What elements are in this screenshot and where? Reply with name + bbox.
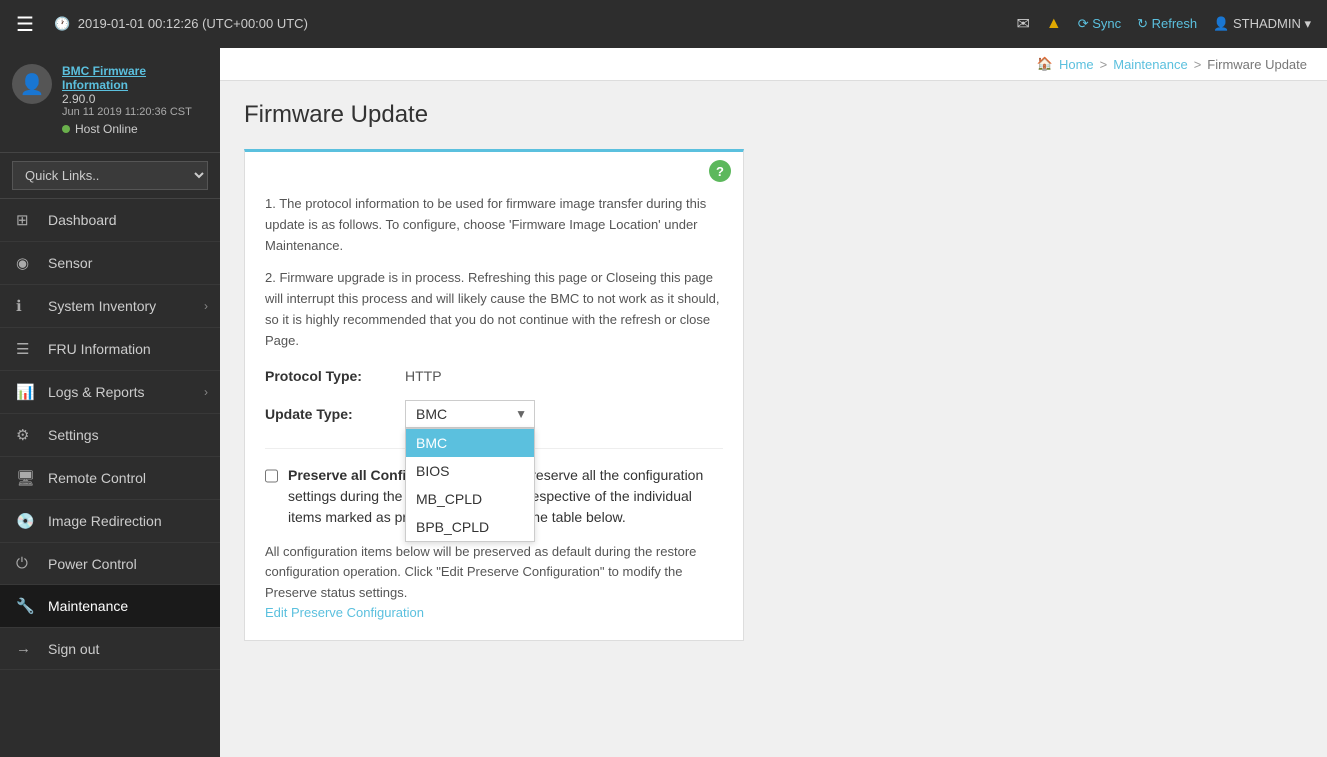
quicklinks-select[interactable]: Quick Links.. — [12, 161, 208, 190]
signout-icon: → — [16, 640, 38, 657]
update-type-select-wrapper[interactable]: BMC BIOS MB_CPLD BPB_CPLD ▼ BMC BIOS MB_… — [405, 400, 535, 428]
dashboard-icon: ⊞ — [16, 211, 38, 229]
email-icon[interactable]: ✉ — [1016, 14, 1029, 34]
sidebar-label-system-inventory: System Inventory — [48, 298, 156, 314]
alert-icon[interactable]: ▲ — [1046, 15, 1062, 33]
power-icon: ⏻ — [16, 555, 38, 572]
update-type-label: Update Type: — [265, 400, 405, 422]
help-icon[interactable]: ? — [709, 160, 731, 182]
settings-icon: ⚙ — [16, 426, 38, 444]
edit-preserve-link[interactable]: Edit Preserve Configuration — [265, 605, 424, 620]
sidebar: 👤 BMC Firmware Information 2.90.0 Jun 11… — [0, 48, 220, 757]
clock-icon: 🕐 — [54, 16, 70, 31]
page-title: Firmware Update — [244, 101, 1303, 129]
breadcrumb-current: Firmware Update — [1207, 57, 1307, 72]
sidebar-label-image: Image Redirection — [48, 513, 162, 529]
logs-icon: 📊 — [16, 383, 38, 401]
remote-icon: 🖥 — [16, 469, 38, 487]
hamburger-menu[interactable]: ☰ — [16, 12, 34, 37]
info-text-1: 1. The protocol information to be used f… — [265, 194, 723, 256]
sidebar-item-signout[interactable]: → Sign out — [0, 628, 220, 670]
sync-button[interactable]: ⟳ Sync — [1078, 16, 1121, 32]
inventory-arrow: › — [204, 299, 208, 313]
sidebar-label-signout: Sign out — [48, 641, 99, 657]
refresh-button[interactable]: ↻ Refresh — [1137, 16, 1197, 32]
host-status-label: Host Online — [75, 122, 138, 136]
sidebar-nav: ⊞ Dashboard ◉ Sensor ℹ System Inventory … — [0, 199, 220, 757]
sidebar-item-power-control[interactable]: ⏻ Power Control — [0, 543, 220, 585]
sidebar-item-logs[interactable]: 📊 Logs & Reports › — [0, 371, 220, 414]
dropdown-item-bmc[interactable]: BMC — [406, 429, 534, 457]
bmc-version: 2.90.0 — [62, 92, 208, 106]
breadcrumb-sep2: > — [1194, 57, 1202, 72]
topbar-actions: ✉ ▲ ⟳ Sync ↻ Refresh 👤 STHADMIN ▾ — [1016, 14, 1311, 34]
host-status: Host Online — [62, 122, 208, 136]
content-area: Firmware Update ? 1. The protocol inform… — [220, 81, 1327, 757]
avatar: 👤 — [12, 64, 52, 104]
firmware-card: ? 1. The protocol information to be used… — [244, 149, 744, 641]
sidebar-item-dashboard[interactable]: ⊞ Dashboard — [0, 199, 220, 242]
main-content: 🏠 Home > Maintenance > Firmware Update F… — [220, 48, 1327, 757]
sidebar-item-fru[interactable]: ☰ FRU Information — [0, 328, 220, 371]
sensor-icon: ◉ — [16, 254, 38, 272]
topbar-time: 🕐 2019-01-01 00:12:26 (UTC+00:00 UTC) — [54, 16, 1005, 32]
breadcrumb-home-icon: 🏠 — [1037, 56, 1053, 72]
sidebar-label-fru: FRU Information — [48, 341, 151, 357]
maintenance-icon: 🔧 — [16, 597, 38, 615]
preserve-checkbox[interactable] — [265, 468, 278, 484]
protocol-row: Protocol Type: HTTP — [265, 368, 723, 384]
sidebar-label-power: Power Control — [48, 556, 137, 572]
card-help-row: ? — [245, 152, 743, 182]
sidebar-label-logs: Logs & Reports — [48, 384, 145, 400]
sidebar-item-maintenance[interactable]: 🔧 Maintenance — [0, 585, 220, 628]
update-type-row: Update Type: BMC BIOS MB_CPLD BPB_CPLD ▼… — [265, 400, 723, 428]
sidebar-item-settings[interactable]: ⚙ Settings — [0, 414, 220, 457]
sidebar-label-remote: Remote Control — [48, 470, 146, 486]
dropdown-item-bios[interactable]: BIOS — [406, 457, 534, 485]
card-body: 1. The protocol information to be used f… — [245, 182, 743, 640]
sidebar-item-sensor[interactable]: ◉ Sensor — [0, 242, 220, 285]
dropdown-item-bpb-cpld[interactable]: BPB_CPLD — [406, 513, 534, 541]
host-status-dot — [62, 125, 70, 133]
bmc-firmware-title[interactable]: BMC Firmware Information — [62, 64, 208, 92]
inventory-icon: ℹ — [16, 297, 38, 315]
breadcrumb-maintenance[interactable]: Maintenance — [1113, 57, 1187, 72]
sidebar-label-sensor: Sensor — [48, 255, 92, 271]
sidebar-item-remote-control[interactable]: 🖥 Remote Control — [0, 457, 220, 500]
update-type-select[interactable]: BMC BIOS MB_CPLD BPB_CPLD — [405, 400, 535, 428]
image-icon: 💿 — [16, 512, 38, 530]
protocol-label: Protocol Type: — [265, 368, 405, 384]
sidebar-label-settings: Settings — [48, 427, 99, 443]
info-text-2: 2. Firmware upgrade is in process. Refre… — [265, 268, 723, 351]
bmc-date: Jun 11 2019 11:20:36 CST — [62, 106, 208, 118]
sidebar-item-system-inventory[interactable]: ℹ System Inventory › — [0, 285, 220, 328]
sidebar-item-image-redirection[interactable]: 💿 Image Redirection — [0, 500, 220, 543]
breadcrumb-home[interactable]: Home — [1059, 57, 1094, 72]
fru-icon: ☰ — [16, 340, 38, 358]
quicklinks[interactable]: Quick Links.. — [0, 153, 220, 199]
sidebar-label-maintenance: Maintenance — [48, 598, 128, 614]
protocol-value: HTTP — [405, 368, 442, 384]
breadcrumb-sep1: > — [1100, 57, 1108, 72]
profile-info: BMC Firmware Information 2.90.0 Jun 11 2… — [62, 64, 208, 136]
sidebar-profile: 👤 BMC Firmware Information 2.90.0 Jun 11… — [0, 48, 220, 153]
logs-arrow: › — [204, 385, 208, 399]
topbar: ☰ 🕐 2019-01-01 00:12:26 (UTC+00:00 UTC) … — [0, 0, 1327, 48]
dropdown-item-mb-cpld[interactable]: MB_CPLD — [406, 485, 534, 513]
user-menu[interactable]: 👤 STHADMIN ▾ — [1213, 16, 1311, 32]
breadcrumb: 🏠 Home > Maintenance > Firmware Update — [220, 48, 1327, 81]
all-config-text: All configuration items below will be pr… — [265, 542, 723, 604]
sidebar-label-dashboard: Dashboard — [48, 212, 117, 228]
update-type-dropdown: BMC BIOS MB_CPLD BPB_CPLD — [405, 428, 535, 542]
